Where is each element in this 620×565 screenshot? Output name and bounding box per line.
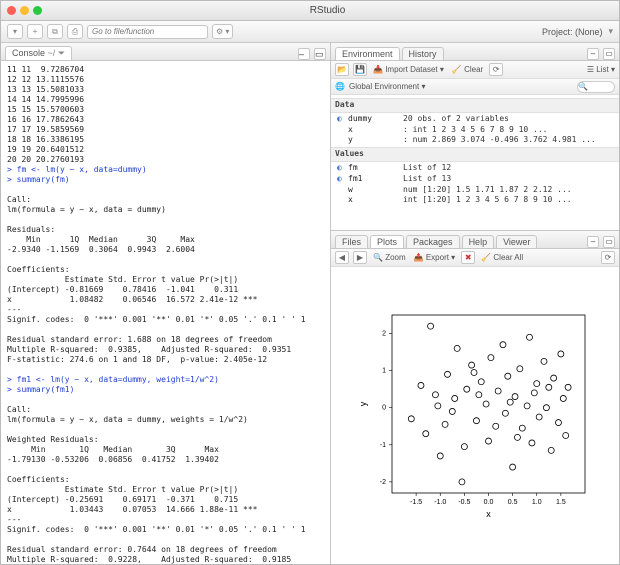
env-row[interactable]: ◐fm1List of 13 (337, 174, 613, 185)
env-row[interactable]: ◐dummy20 obs. of 2 variables (337, 114, 613, 125)
save-button[interactable]: ⧉ (47, 24, 63, 39)
svg-text:1.5: 1.5 (556, 499, 566, 506)
tab-plots[interactable]: Plots (370, 235, 404, 248)
titlebar: RStudio (1, 1, 619, 21)
env-scope-bar: 🌐 Global Environment ▾ (331, 79, 619, 95)
tab-environment[interactable]: Environment (335, 47, 400, 60)
goto-input[interactable] (87, 25, 208, 39)
svg-text:-1.0: -1.0 (434, 499, 446, 506)
plot-zoom-button[interactable]: 🔍 Zoom (371, 253, 408, 262)
save-ws-button[interactable]: 💾 (353, 63, 367, 76)
zoom-icon[interactable] (33, 6, 42, 15)
print-button[interactable]: ⎙ (67, 24, 83, 39)
svg-text:0.0: 0.0 (484, 499, 494, 506)
env-scope[interactable]: Global Environment ▾ (349, 82, 426, 91)
pane-max-icon[interactable]: ▭ (603, 236, 615, 248)
tab-help[interactable]: Help (462, 235, 495, 248)
console-output[interactable]: 11 11 9.7286704 12 12 13.1115576 13 13 1… (1, 61, 330, 564)
plot-area: -1.5 -1.0 -0.5 0.0 0.5 1.0 1.5 -2 -1 0 1 2 x y (331, 267, 619, 564)
svg-text:0.5: 0.5 (508, 499, 518, 506)
clear-env-button[interactable]: 🧹 Clear (450, 65, 485, 74)
pane-min-icon[interactable]: ‒ (298, 48, 310, 60)
tab-files[interactable]: Files (335, 235, 368, 248)
new-file-button[interactable]: ▾ (7, 24, 23, 39)
project-menu-icon[interactable]: ▾ (606, 26, 613, 37)
tab-packages[interactable]: Packages (406, 235, 460, 248)
env-row[interactable]: x: int 1 2 3 4 5 6 7 8 9 10 ... (337, 125, 613, 136)
pane-max-icon[interactable]: ▭ (314, 48, 326, 60)
pane-min-icon[interactable]: ‒ (587, 236, 599, 248)
plots-tabstrip: FilesPlotsPackagesHelpViewer ‒ ▭ (331, 231, 619, 249)
project-label[interactable]: Project: (None) (542, 27, 603, 37)
tab-history[interactable]: History (402, 47, 444, 60)
svg-text:-1: -1 (380, 442, 386, 449)
env-row[interactable]: y: num 2.869 3.074 -0.496 3.762 4.981 ..… (337, 135, 613, 146)
svg-text:-0.5: -0.5 (458, 499, 470, 506)
globe-icon: 🌐 (335, 82, 345, 91)
pane-max-icon[interactable]: ▭ (603, 48, 615, 60)
plot-export-button[interactable]: 📤 Export ▾ (412, 253, 458, 262)
list-mode-button[interactable]: ☰ List ▾ (587, 65, 615, 74)
import-dataset-button[interactable]: 📥 Import Dataset ▾ (371, 65, 446, 74)
pane-min-icon[interactable]: ‒ (587, 48, 599, 60)
minimize-icon[interactable] (20, 6, 29, 15)
plot-prev-button[interactable]: ◀ (335, 251, 349, 264)
open-file-button[interactable]: + (27, 24, 43, 39)
tab-console[interactable]: Console ~/ ⏷ (5, 46, 72, 60)
load-ws-button[interactable]: 📂 (335, 63, 349, 76)
svg-text:-2: -2 (380, 479, 386, 486)
plot-remove-button[interactable]: ✖ (461, 251, 475, 264)
refresh-env-button[interactable]: ⟳ (489, 63, 503, 76)
plot-next-button[interactable]: ▶ (353, 251, 367, 264)
svg-text:1.0: 1.0 (532, 499, 542, 506)
refresh-plot-button[interactable]: ⟳ (601, 251, 615, 264)
env-row[interactable]: wnum [1:20] 1.5 1.71 1.87 2 2.12 ... (337, 185, 613, 196)
env-row[interactable]: xint [1:20] 1 2 3 4 5 6 7 8 9 10 ... (337, 195, 613, 206)
console-tabstrip: Console ~/ ⏷ ‒ ▭ (1, 43, 330, 61)
tab-viewer[interactable]: Viewer (496, 235, 537, 248)
svg-text:-1.5: -1.5 (410, 499, 422, 506)
env-list[interactable]: Data◐dummy20 obs. of 2 variables x: int … (331, 95, 619, 230)
plots-toolbar: ◀ ▶ 🔍 Zoom 📤 Export ▾ ✖ 🧹 Clear All ⟳ (331, 249, 619, 267)
window-title: RStudio (42, 5, 613, 16)
svg-text:y: y (358, 401, 368, 406)
addins-button[interactable]: ⚙ ▾ (212, 24, 233, 39)
env-row[interactable]: ◐fmList of 12 (337, 163, 613, 174)
svg-text:2: 2 (382, 331, 386, 338)
env-toolbar: 📂 💾 📥 Import Dataset ▾ 🧹 Clear ⟳ ☰ List … (331, 61, 619, 79)
svg-text:0: 0 (382, 405, 386, 412)
svg-text:1: 1 (382, 368, 386, 375)
close-icon[interactable] (7, 6, 16, 15)
env-search[interactable] (577, 81, 615, 93)
env-tabstrip: Environment History ‒ ▭ (331, 43, 619, 61)
svg-text:x: x (486, 509, 491, 519)
main-toolbar: ▾ + ⧉ ⎙ ⚙ ▾ Project: (None) ▾ (1, 21, 619, 43)
plot-clear-button[interactable]: 🧹 Clear All (479, 253, 525, 262)
